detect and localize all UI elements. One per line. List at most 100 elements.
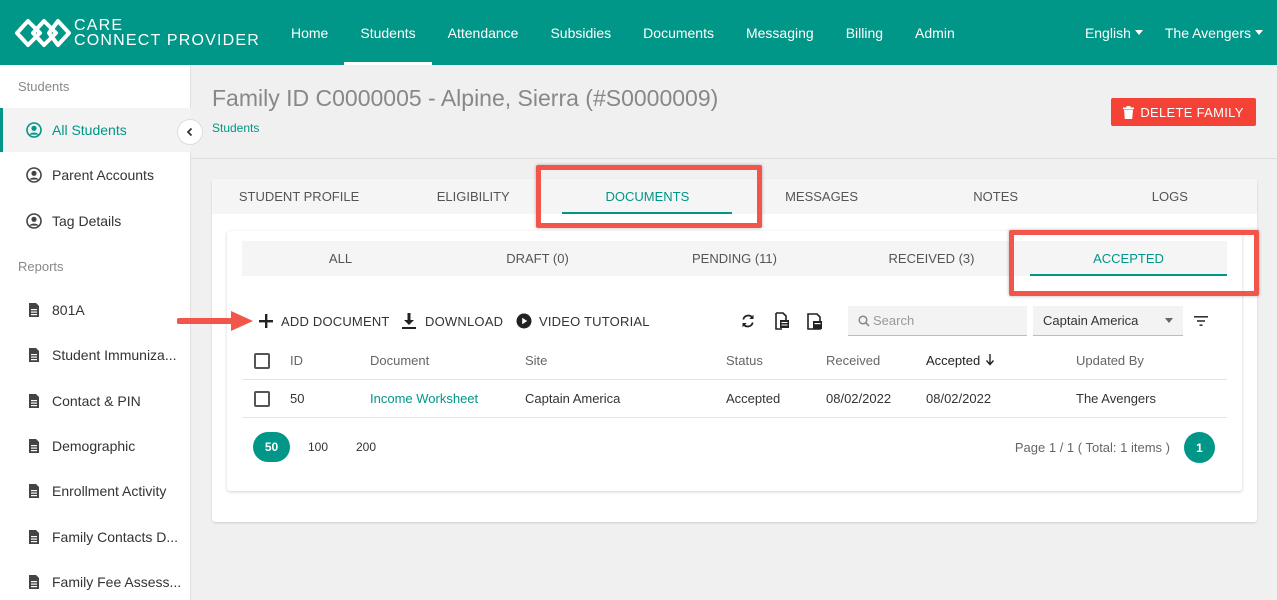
add-document-label: ADD DOCUMENT <box>281 313 390 329</box>
user-circle-icon <box>26 167 42 183</box>
table-header-row: ID Document Site Status Received Accepte… <box>242 341 1227 380</box>
document-icon <box>29 484 39 498</box>
caret-down-icon <box>1255 30 1263 35</box>
download-button[interactable]: DOWNLOAD <box>400 301 503 341</box>
header-document[interactable]: Document <box>370 353 429 368</box>
header-accepted[interactable]: Accepted <box>926 353 995 368</box>
table-row: 50 Income Worksheet Captain America Acce… <box>242 380 1227 418</box>
sidebar-item-family-contacts[interactable]: Family Contacts D... <box>0 515 191 559</box>
nav-messaging[interactable]: Messaging <box>730 0 830 65</box>
document-print-icon <box>806 312 822 330</box>
sidebar-item-label: Contact & PIN <box>52 393 141 409</box>
refresh-button[interactable] <box>738 311 758 331</box>
tab-eligibility[interactable]: ELIGIBILITY <box>386 179 560 214</box>
header-status[interactable]: Status <box>726 353 763 368</box>
app-logo[interactable]: CARE CONNECT PROVIDER <box>14 18 260 49</box>
logo-mark-icon <box>15 19 71 47</box>
caret-down-icon <box>1134 30 1143 35</box>
cell-updated-by: The Avengers <box>1076 391 1156 406</box>
language-label: English <box>1084 24 1131 41</box>
sidebar-item-label: 801A <box>52 302 85 318</box>
page-size-50[interactable]: 50 <box>253 432 290 462</box>
nav-billing[interactable]: Billing <box>830 0 899 65</box>
header-id[interactable]: ID <box>290 353 303 368</box>
subtab-pending[interactable]: PENDING (11) <box>636 241 833 276</box>
main-nav: Home Students Attendance Subsidies Docum… <box>275 0 971 65</box>
top-nav-bar: CARE CONNECT PROVIDER Home Students Atte… <box>0 0 1277 65</box>
cell-received: 08/02/2022 <box>826 391 892 406</box>
sidebar-item-demographic[interactable]: Demographic <box>0 424 191 468</box>
subtab-all[interactable]: ALL <box>242 241 439 276</box>
nav-attendance[interactable]: Attendance <box>432 0 535 65</box>
subtab-draft[interactable]: DRAFT (0) <box>439 241 636 276</box>
document-icon <box>29 394 39 408</box>
sidebar-item-contact-pin[interactable]: Contact & PIN <box>0 379 191 423</box>
search-icon <box>858 314 870 327</box>
page-button-1[interactable]: 1 <box>1184 432 1215 463</box>
account-label: The Avengers <box>1164 24 1251 41</box>
sidebar: Students All Students Parent Accounts Ta… <box>0 65 191 600</box>
sort-down-arrow-icon <box>986 354 995 366</box>
delete-family-button[interactable]: DELETE FAMILY <box>1111 98 1256 126</box>
file-export-icon <box>775 312 789 330</box>
tab-student-profile[interactable]: STUDENT PROFILE <box>212 179 386 214</box>
row-checkbox[interactable] <box>254 391 270 407</box>
sidebar-item-student-immunization[interactable]: Student Immuniza... <box>0 333 191 377</box>
breadcrumb-students[interactable]: Students <box>212 121 259 135</box>
nav-subsidies[interactable]: Subsidies <box>534 0 627 65</box>
page-size-100[interactable]: 100 <box>307 432 329 462</box>
select-all-checkbox[interactable] <box>254 353 270 369</box>
documents-toolbar: ADD DOCUMENT DOWNLOAD VIDEO TUTORIAL Sea… <box>227 301 1242 341</box>
sidebar-item-parent-accounts[interactable]: Parent Accounts <box>0 153 191 197</box>
nav-right: English The Avengers <box>1063 0 1263 65</box>
cell-document-link[interactable]: Income Worksheet <box>370 391 478 406</box>
page-size-200[interactable]: 200 <box>355 432 377 462</box>
user-circle-icon <box>26 213 42 229</box>
download-label: DOWNLOAD <box>425 313 504 329</box>
sidebar-item-label: Tag Details <box>52 213 122 229</box>
video-tutorial-label: VIDEO TUTORIAL <box>539 313 650 329</box>
cell-site: Captain America <box>525 391 621 406</box>
language-dropdown[interactable]: English <box>1085 25 1143 41</box>
account-dropdown[interactable]: The Avengers <box>1165 25 1263 41</box>
site-select[interactable]: Captain America <box>1033 306 1183 336</box>
chevron-left-icon <box>186 127 193 137</box>
sidebar-item-all-students[interactable]: All Students <box>0 108 191 152</box>
pagination: 50 100 200 Page 1 / 1 ( Total: 1 items )… <box>227 421 1242 471</box>
sidebar-item-family-fee-assessment[interactable]: Family Fee Assess... <box>0 560 191 600</box>
nav-admin[interactable]: Admin <box>899 0 971 65</box>
search-input[interactable] <box>873 313 1023 328</box>
sidebar-collapse-button[interactable] <box>177 119 203 145</box>
sidebar-section-students: Students <box>18 79 70 94</box>
header-accepted-label: Accepted <box>926 352 981 368</box>
sidebar-item-label: Parent Accounts <box>52 167 154 183</box>
nav-documents[interactable]: Documents <box>627 0 730 65</box>
sidebar-item-label: Student Immuniza... <box>52 347 177 363</box>
header-updated-by[interactable]: Updated By <box>1076 353 1144 368</box>
header-received[interactable]: Received <box>826 353 880 368</box>
sidebar-item-801a[interactable]: 801A <box>0 288 191 332</box>
header-site[interactable]: Site <box>525 353 547 368</box>
nav-students[interactable]: Students <box>344 0 432 65</box>
tab-notes[interactable]: NOTES <box>909 179 1083 214</box>
nav-home[interactable]: Home <box>275 0 344 65</box>
subtab-received[interactable]: RECEIVED (3) <box>833 241 1030 276</box>
filter-icon[interactable] <box>1191 311 1211 331</box>
sidebar-item-tag-details[interactable]: Tag Details <box>0 199 191 243</box>
document-icon <box>29 303 39 317</box>
header-divider <box>191 158 1277 159</box>
pointer-arrow-icon <box>177 311 253 331</box>
play-circle-icon <box>516 313 532 329</box>
sidebar-item-enrollment-activity[interactable]: Enrollment Activity <box>0 469 191 513</box>
download-icon <box>402 313 416 329</box>
sidebar-item-label: Demographic <box>52 438 136 454</box>
search-box <box>848 306 1027 336</box>
video-tutorial-button[interactable]: VIDEO TUTORIAL <box>516 301 650 341</box>
user-circle-icon <box>26 122 42 138</box>
export-csv-button[interactable] <box>772 311 792 331</box>
tab-logs[interactable]: LOGS <box>1083 179 1257 214</box>
trash-icon <box>1123 105 1135 119</box>
print-button[interactable] <box>804 311 824 331</box>
add-document-button[interactable]: ADD DOCUMENT <box>258 301 390 341</box>
page-info: Page 1 / 1 ( Total: 1 items ) <box>1014 439 1170 455</box>
